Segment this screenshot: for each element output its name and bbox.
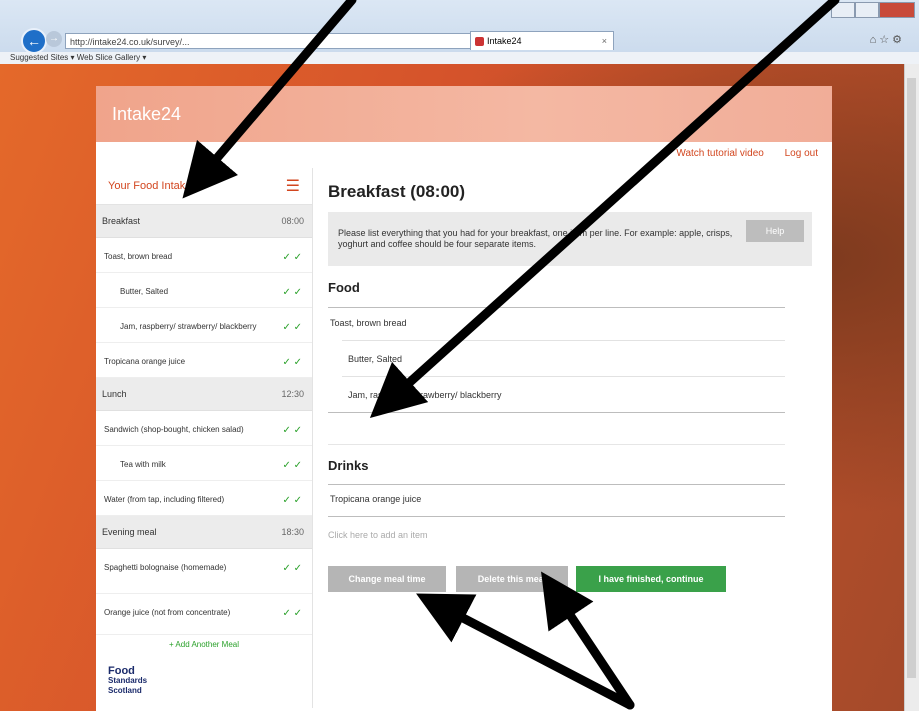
close-tab-icon[interactable]: × xyxy=(602,32,607,51)
scrollbar[interactable] xyxy=(904,64,919,711)
food-name: Butter, Salted xyxy=(120,287,169,296)
window-controls xyxy=(831,2,915,18)
meal-name: Lunch xyxy=(102,389,127,399)
list-item[interactable]: Tea with milk ✓ ✓ xyxy=(96,446,312,481)
menu-icon[interactable]: ☰ xyxy=(286,176,300,196)
change-meal-time-button[interactable]: Change meal time xyxy=(328,566,446,592)
food-name: Jam, raspberry/ strawberry/ blackberry xyxy=(120,322,257,331)
help-button[interactable]: Help xyxy=(746,220,804,242)
list-item[interactable]: Butter, Salted ✓ ✓ xyxy=(96,273,312,308)
divider xyxy=(342,376,785,377)
divider xyxy=(328,444,785,445)
close-icon[interactable] xyxy=(879,2,915,18)
food-name: Tropicana orange juice xyxy=(104,357,186,366)
meal-evening[interactable]: Evening meal 18:30 xyxy=(96,516,312,549)
sidebar-title: Your Food Intake xyxy=(108,180,192,192)
food-name: Sandwich (shop-bought, chicken salad) xyxy=(104,425,244,434)
check-icon: ✓ ✓ xyxy=(282,495,302,506)
scrollbar-thumb[interactable] xyxy=(907,78,916,678)
food-name: Water (from tap, including filtered) xyxy=(104,495,225,504)
meal-breakfast[interactable]: Breakfast 08:00 xyxy=(96,205,312,238)
divider xyxy=(342,340,785,341)
app-header: Intake24 xyxy=(96,86,832,142)
check-icon: ✓ ✓ xyxy=(282,425,302,436)
forward-arrow-icon[interactable]: → xyxy=(46,31,62,47)
info-box: Please list everything that you had for … xyxy=(328,212,812,266)
fss-logo-line: Food xyxy=(108,665,135,677)
back-arrow-icon[interactable]: ← xyxy=(21,28,47,54)
food-section-title: Food xyxy=(328,280,360,295)
add-item-input[interactable]: Click here to add an item xyxy=(328,530,428,540)
finish-continue-button[interactable]: I have finished, continue xyxy=(576,566,726,592)
drinks-section-title: Drinks xyxy=(328,458,369,473)
food-name: Toast, brown bread xyxy=(104,252,173,261)
app-logo: Intake24 xyxy=(112,104,182,124)
minimize-icon[interactable] xyxy=(831,2,855,18)
check-icon: ✓ ✓ xyxy=(282,252,302,263)
check-icon: ✓ ✓ xyxy=(282,322,302,333)
list-item[interactable]: Tropicana orange juice ✓ ✓ xyxy=(96,343,312,378)
check-icon: ✓ ✓ xyxy=(282,460,302,471)
check-icon: ✓ ✓ xyxy=(282,287,302,298)
list-item[interactable]: Orange juice (not from concentrate) ✓ ✓ xyxy=(96,594,312,635)
meal-name: Breakfast xyxy=(102,216,141,226)
meal-time: 08:00 xyxy=(281,216,304,226)
sidebar: Your Food Intake ☰ Breakfast 08:00 Toast… xyxy=(96,168,313,708)
check-icon: ✓ ✓ xyxy=(282,357,302,368)
browser-tools-icon[interactable]: ⌂☆⚙ xyxy=(870,33,905,46)
fss-logo: Food Standards Scotland xyxy=(108,666,147,696)
watch-video-link[interactable]: Watch tutorial video xyxy=(676,148,763,159)
meal-time: 12:30 xyxy=(281,389,304,399)
divider xyxy=(328,484,785,485)
favicon-icon xyxy=(475,37,484,46)
info-text: Please list everything that you had for … xyxy=(338,228,733,249)
page-title: Breakfast (08:00) xyxy=(328,182,466,201)
app-container: Intake24 Watch tutorial video Log out Yo… xyxy=(96,86,832,711)
food-item-input[interactable]: Toast, brown bread xyxy=(330,318,407,328)
check-icon: ✓ ✓ xyxy=(282,563,302,574)
logout-link[interactable]: Log out xyxy=(785,148,818,159)
food-name: Tea with milk xyxy=(120,460,166,469)
top-nav: Watch tutorial video Log out xyxy=(658,148,818,159)
divider xyxy=(328,516,785,517)
delete-meal-button[interactable]: Delete this meal xyxy=(456,566,568,592)
list-item[interactable]: Jam, raspberry/ strawberry/ blackberry ✓… xyxy=(96,308,312,343)
food-item-input[interactable]: Butter, Salted xyxy=(348,354,402,364)
food-name: Spaghetti bolognaise (homemade) xyxy=(104,563,227,572)
fss-logo-line: Scotland xyxy=(108,686,142,695)
fss-logo-line: Standards xyxy=(108,676,148,685)
favorites-bar[interactable]: Suggested Sites ▾ Web Slice Gallery ▾ xyxy=(0,52,919,64)
address-bar[interactable]: http://intake24.co.uk/survey/... ⌕ ▾ ↻ xyxy=(65,33,505,49)
sidebar-header: Your Food Intake ☰ xyxy=(96,168,312,205)
browser-tab[interactable]: Intake24 × xyxy=(470,31,614,50)
address-text: http://intake24.co.uk/survey/... xyxy=(70,37,190,47)
tab-title: Intake24 xyxy=(487,36,522,46)
meal-lunch[interactable]: Lunch 12:30 xyxy=(96,378,312,411)
food-name: Orange juice (not from concentrate) xyxy=(104,608,231,617)
main-panel: Breakfast (08:00) Please list everything… xyxy=(328,168,814,688)
divider xyxy=(328,307,785,308)
food-item-input[interactable]: Jam, raspberry/ strawberry/ blackberry xyxy=(348,390,502,400)
divider xyxy=(328,412,785,413)
maximize-icon[interactable] xyxy=(855,2,879,18)
meal-name: Evening meal xyxy=(102,527,157,537)
add-meal-link[interactable]: + Add Another Meal xyxy=(96,640,312,649)
check-icon: ✓ ✓ xyxy=(282,608,302,619)
meal-time: 18:30 xyxy=(281,527,304,537)
list-item[interactable]: Spaghetti bolognaise (homemade) ✓ ✓ xyxy=(96,549,312,594)
list-item[interactable]: Toast, brown bread ✓ ✓ xyxy=(96,238,312,273)
list-item[interactable]: Water (from tap, including filtered) ✓ ✓ xyxy=(96,481,312,516)
list-item[interactable]: Sandwich (shop-bought, chicken salad) ✓ … xyxy=(96,411,312,446)
drink-item-input[interactable]: Tropicana orange juice xyxy=(330,494,421,504)
